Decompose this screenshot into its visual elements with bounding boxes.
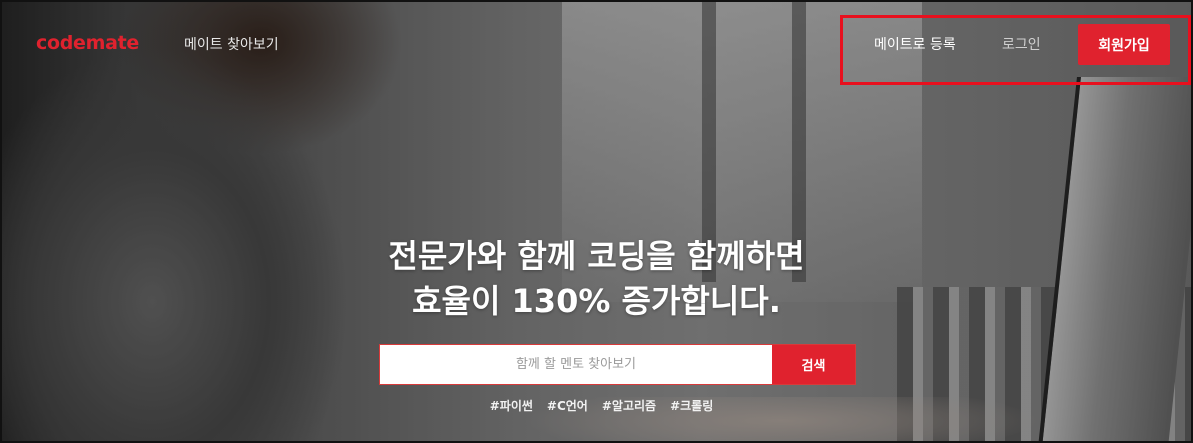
search-button[interactable]: 검색 [772, 345, 855, 384]
nav-login-link[interactable]: 로그인 [1002, 34, 1041, 54]
nav-register-mate-link[interactable]: 메이트로 등록 [874, 34, 956, 54]
hero-title-line1: 전문가와 함께 코딩을 함께하면 [388, 237, 805, 275]
mentor-search-bar: 검색 [379, 344, 856, 385]
hero-section: codemate 메이트 찾아보기 메이트로 등록 로그인 회원가입 전문가와 … [0, 0, 1193, 443]
brand-logo[interactable]: codemate [36, 32, 139, 54]
mentor-search-input[interactable] [380, 345, 772, 384]
hashtag-list: #파이썬 #C언어 #알고리즘 #크롤링 [2, 397, 1191, 414]
hashtag-python[interactable]: #파이썬 [490, 397, 533, 414]
nav-browse-mates-link[interactable]: 메이트 찾아보기 [184, 34, 279, 54]
top-navbar: codemate 메이트 찾아보기 메이트로 등록 로그인 회원가입 [2, 2, 1191, 85]
hashtag-algorithm[interactable]: #알고리즘 [602, 397, 656, 414]
hashtag-crawling[interactable]: #크롤링 [670, 397, 713, 414]
hero-title: 전문가와 함께 코딩을 함께하면 효율이 130% 증가합니다. [2, 234, 1191, 324]
hashtag-c-language[interactable]: #C언어 [547, 397, 588, 414]
signup-button[interactable]: 회원가입 [1078, 24, 1170, 65]
hero-title-line2: 효율이 130% 증가합니다. [412, 282, 781, 320]
